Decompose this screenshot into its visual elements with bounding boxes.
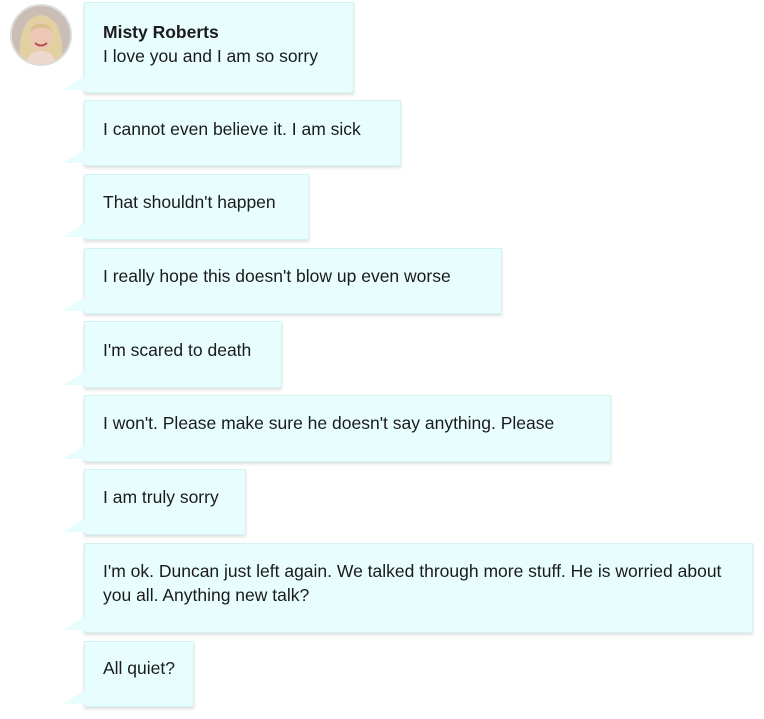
message-text: I'm ok. Duncan just left again. We talke… <box>103 561 722 605</box>
message-text: That shouldn't happen <box>103 192 276 212</box>
message-text: All quiet? <box>103 658 175 678</box>
message-text: I won't. Please make sure he doesn't say… <box>103 413 555 433</box>
message-bubble: I really hope this doesn't blow up even … <box>63 248 502 314</box>
message-bubble: I am truly sorry <box>63 469 246 535</box>
message-thread: Misty Roberts I love you and I am so sor… <box>0 0 764 719</box>
message-text: I really hope this doesn't blow up even … <box>103 266 451 286</box>
message-bubble: I won't. Please make sure he doesn't say… <box>63 395 611 462</box>
message-text: I cannot even believe it. I am sick <box>103 119 361 139</box>
message-text: I am truly sorry <box>103 487 219 507</box>
message-text: I'm scared to death <box>103 340 252 360</box>
message-bubble: I'm ok. Duncan just left again. We talke… <box>63 543 753 633</box>
message-text: I love you and I am so sorry <box>103 46 318 66</box>
profile-photo-icon <box>12 6 70 64</box>
sender-name: Misty Roberts <box>103 22 219 42</box>
message-bubble: I'm scared to death <box>63 321 282 388</box>
message-bubble: I cannot even believe it. I am sick <box>63 100 401 166</box>
message-bubble: Misty Roberts I love you and I am so sor… <box>63 2 354 93</box>
avatar[interactable] <box>10 4 72 66</box>
message-bubble: All quiet? <box>63 641 194 707</box>
message-bubble: That shouldn't happen <box>63 174 309 240</box>
